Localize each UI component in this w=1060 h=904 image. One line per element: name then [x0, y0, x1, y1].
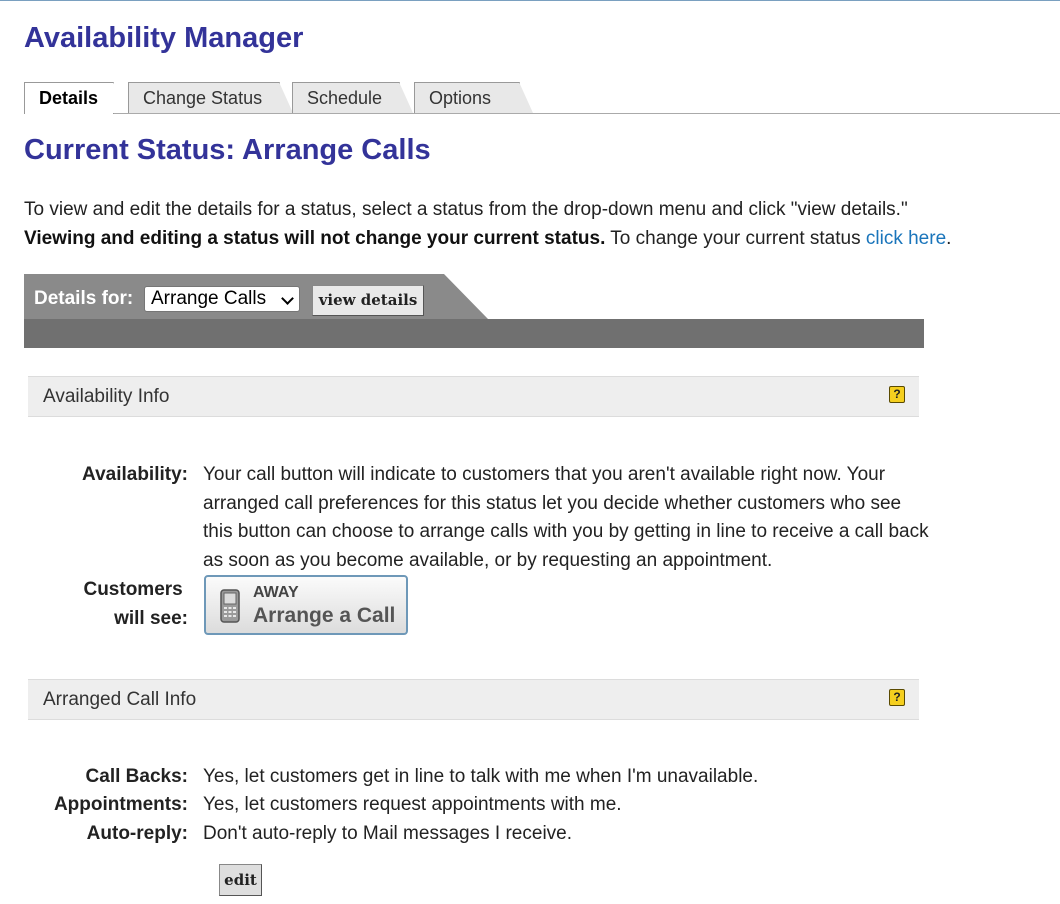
customers-key-line2: will see: [114, 607, 188, 629]
intro-period: . [946, 227, 952, 249]
intro-line2: To change your current status [605, 227, 866, 249]
view-details-button[interactable]: view details [312, 285, 424, 316]
status-select[interactable]: Arrange Calls [144, 286, 300, 312]
call-backs-key: Call Backs: [85, 766, 188, 787]
call-backs-value: Yes, let customers get in line to talk w… [203, 766, 759, 787]
phone-icon [220, 589, 240, 623]
section-title: Availability Info [43, 386, 170, 407]
status-select-value: Arrange Calls [151, 288, 267, 309]
top-divider [0, 0, 1060, 1]
intro-warning: Viewing and editing a status will not ch… [24, 227, 606, 249]
arranged-call-info-header: Arranged Call Info ? [28, 679, 919, 720]
tab-change-status[interactable]: Change Status [128, 82, 293, 113]
arrange-call-button-preview[interactable]: AWAY Arrange a Call [204, 575, 408, 635]
tab-label: Schedule [307, 88, 383, 108]
tab-label: Change Status [143, 88, 263, 108]
tab-label: Details [39, 88, 99, 108]
intro-line1: To view and edit the details for a statu… [24, 199, 908, 220]
tab-schedule[interactable]: Schedule [292, 82, 413, 113]
tab-baseline [24, 113, 1060, 114]
details-strip [24, 319, 924, 348]
tab-bar: Details Change Status Schedule Options [24, 80, 1060, 116]
call-button-label: Arrange a Call [253, 604, 396, 627]
details-for-label: Details for: [34, 288, 134, 309]
call-button-status: AWAY [253, 584, 299, 601]
chevron-down-icon [281, 292, 294, 305]
details-tab-slope [444, 274, 488, 319]
current-status-title: Current Status: Arrange Calls [24, 134, 431, 166]
customers-will-see-key: Customers will see: [83, 576, 188, 633]
customers-key-line1: Customers [83, 579, 183, 600]
appointments-key: Appointments: [53, 794, 188, 815]
intro-text: To view and edit the details for a statu… [24, 196, 1044, 253]
tab-details[interactable]: Details [24, 82, 127, 114]
auto-reply-value: Don't auto-reply to Mail messages I rece… [203, 823, 573, 844]
tab-label: Options [429, 88, 492, 108]
section-title: Arranged Call Info [43, 689, 197, 710]
app-title: Availability Manager [24, 22, 304, 54]
availability-key: Availability: [82, 464, 188, 485]
change-status-link[interactable]: click here [866, 228, 946, 249]
appointments-value: Yes, let customers request appointments … [203, 794, 622, 815]
details-bar: Details for: Arrange Calls view details [24, 274, 924, 348]
tab-options[interactable]: Options [414, 82, 533, 113]
availability-info-header: Availability Info ? [28, 376, 919, 417]
help-icon[interactable]: ? [889, 386, 905, 403]
edit-button[interactable]: edit [219, 864, 262, 896]
availability-value: Your call button will indicate to custom… [203, 464, 929, 571]
auto-reply-key: Auto-reply: [86, 823, 188, 844]
help-icon[interactable]: ? [889, 689, 905, 706]
